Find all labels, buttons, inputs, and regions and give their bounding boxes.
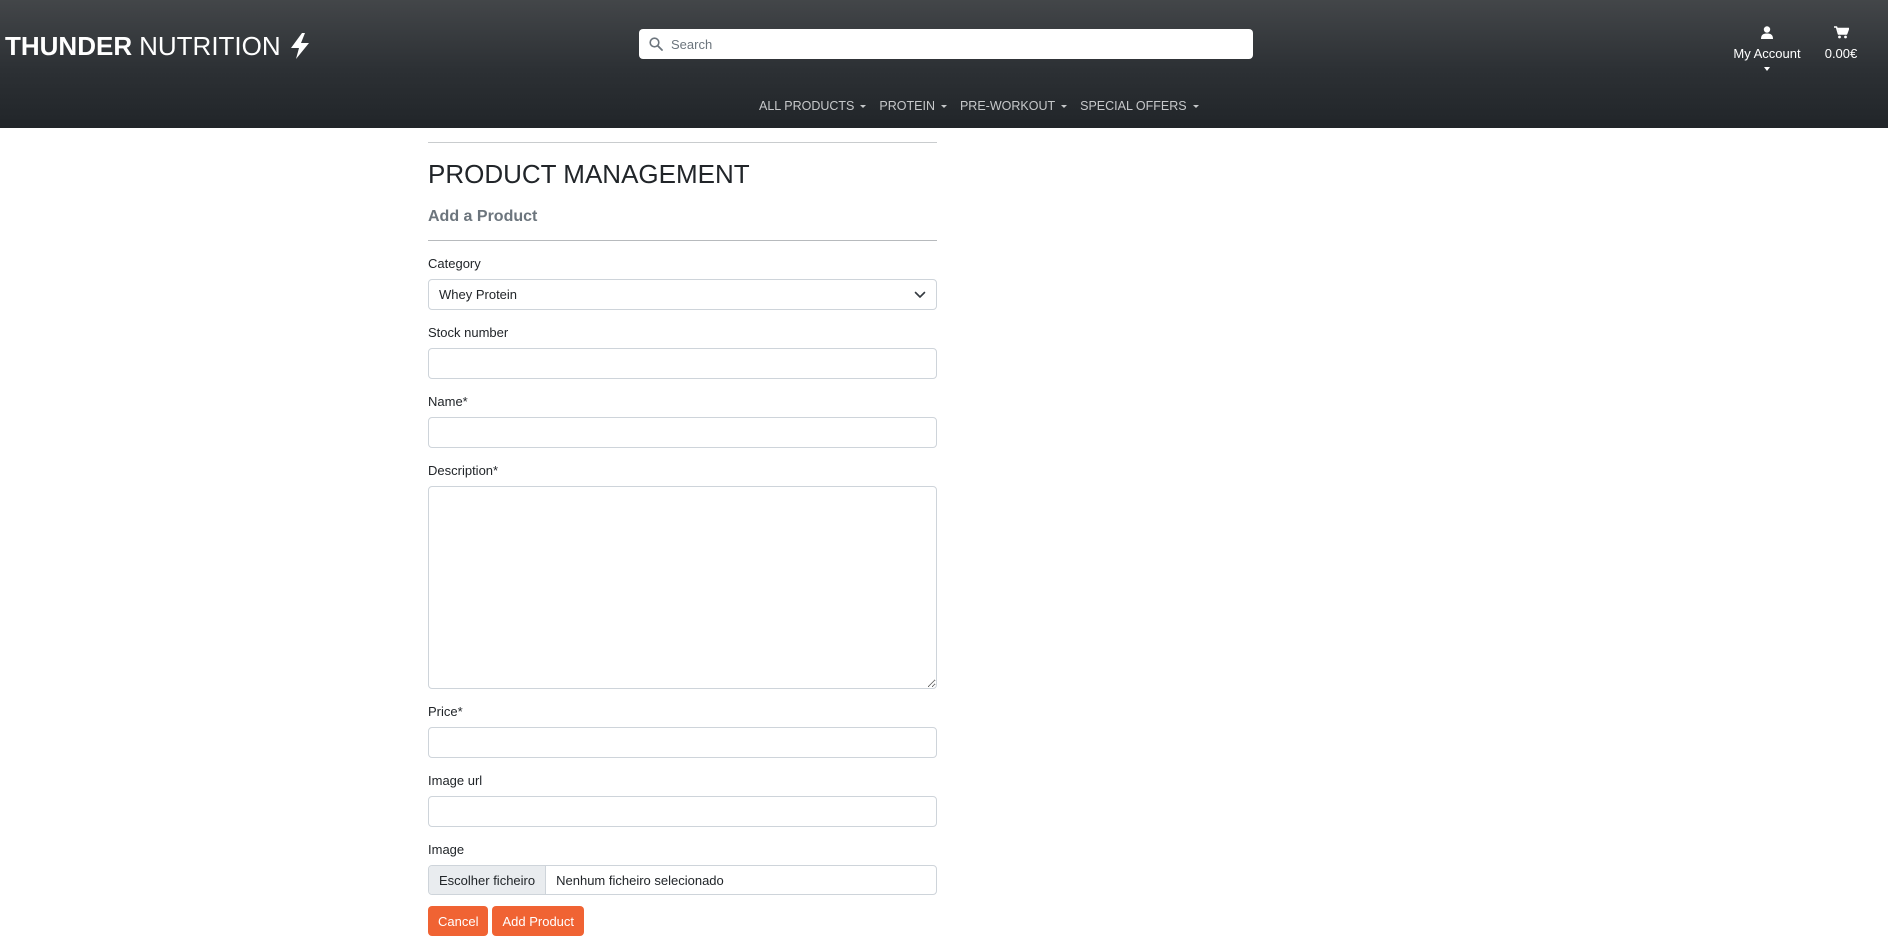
site-header: THUNDER NUTRITION My Account 0.00€ A [0,0,1888,128]
stock-number-input[interactable] [428,348,937,379]
chevron-down-icon [914,291,926,298]
search-box[interactable] [639,29,1253,59]
name-label: Name* [428,394,468,409]
main-nav: ALL PRODUCTS PROTEIN PRE-WORKOUT SPECIAL… [759,98,1212,114]
price-label: Price* [428,704,463,719]
nav-special-offers[interactable]: SPECIAL OFFERS [1080,99,1199,113]
stock-number-label: Stock number [428,325,509,340]
price-input[interactable] [428,727,937,758]
logo-bold-text: THUNDER [5,30,133,61]
nav-pre-workout[interactable]: PRE-WORKOUT [959,99,1068,113]
nav-all-products-label: ALL PRODUCTS [759,99,855,113]
form-actions: Cancel Add Product [428,906,937,936]
nav-all-products[interactable]: ALL PRODUCTS [759,99,867,113]
image-url-input[interactable] [428,796,937,827]
image-file-input[interactable]: Escolher ficheiro Nenhum ficheiro seleci… [428,865,937,895]
category-value: Whey Protein [439,287,518,302]
nav-protein-label: PROTEIN [879,99,935,113]
search-input[interactable] [671,36,1231,52]
category-label: Category [428,256,481,271]
lightning-bolt-icon [290,33,309,59]
product-management-section: PRODUCT MANAGEMENT Add a Product Categor… [428,142,937,936]
divider [428,142,937,143]
divider [428,240,937,241]
nav-special-offers-label: SPECIAL OFFERS [1080,99,1187,113]
name-input[interactable] [428,417,937,448]
file-status: Nenhum ficheiro selecionado [556,872,724,888]
form-subtitle: Add a Product [428,208,538,225]
nav-protein[interactable]: PROTEIN [879,99,947,113]
choose-file-button[interactable]: Escolher ficheiro [429,866,547,894]
chevron-down-icon [1061,104,1068,108]
description-textarea[interactable] [428,486,937,689]
user-icon [1761,26,1773,39]
chevron-down-icon [1192,104,1199,108]
chevron-down-icon [860,104,867,108]
chevron-down-icon [1764,67,1770,71]
site-logo[interactable]: THUNDER NUTRITION [5,29,311,63]
cart-total: 0.00€ [1824,46,1858,61]
add-product-button[interactable]: Add Product [492,906,585,936]
nav-pre-workout-label: PRE-WORKOUT [959,99,1056,113]
cart-button[interactable]: 0.00€ [1818,26,1864,61]
category-select[interactable]: Whey Protein [428,279,937,310]
my-account-menu[interactable]: My Account [1726,26,1808,71]
image-url-label: Image url [428,773,483,788]
cancel-button[interactable]: Cancel [428,906,489,936]
logo-light-text: NUTRITION [139,30,281,61]
page-title: PRODUCT MANAGEMENT [428,159,750,189]
search-icon [649,37,663,51]
chevron-down-icon [940,104,947,108]
shopping-cart-icon [1833,26,1849,39]
my-account-label: My Account [1733,46,1801,61]
description-label: Description* [428,463,499,478]
image-label: Image [428,842,465,857]
